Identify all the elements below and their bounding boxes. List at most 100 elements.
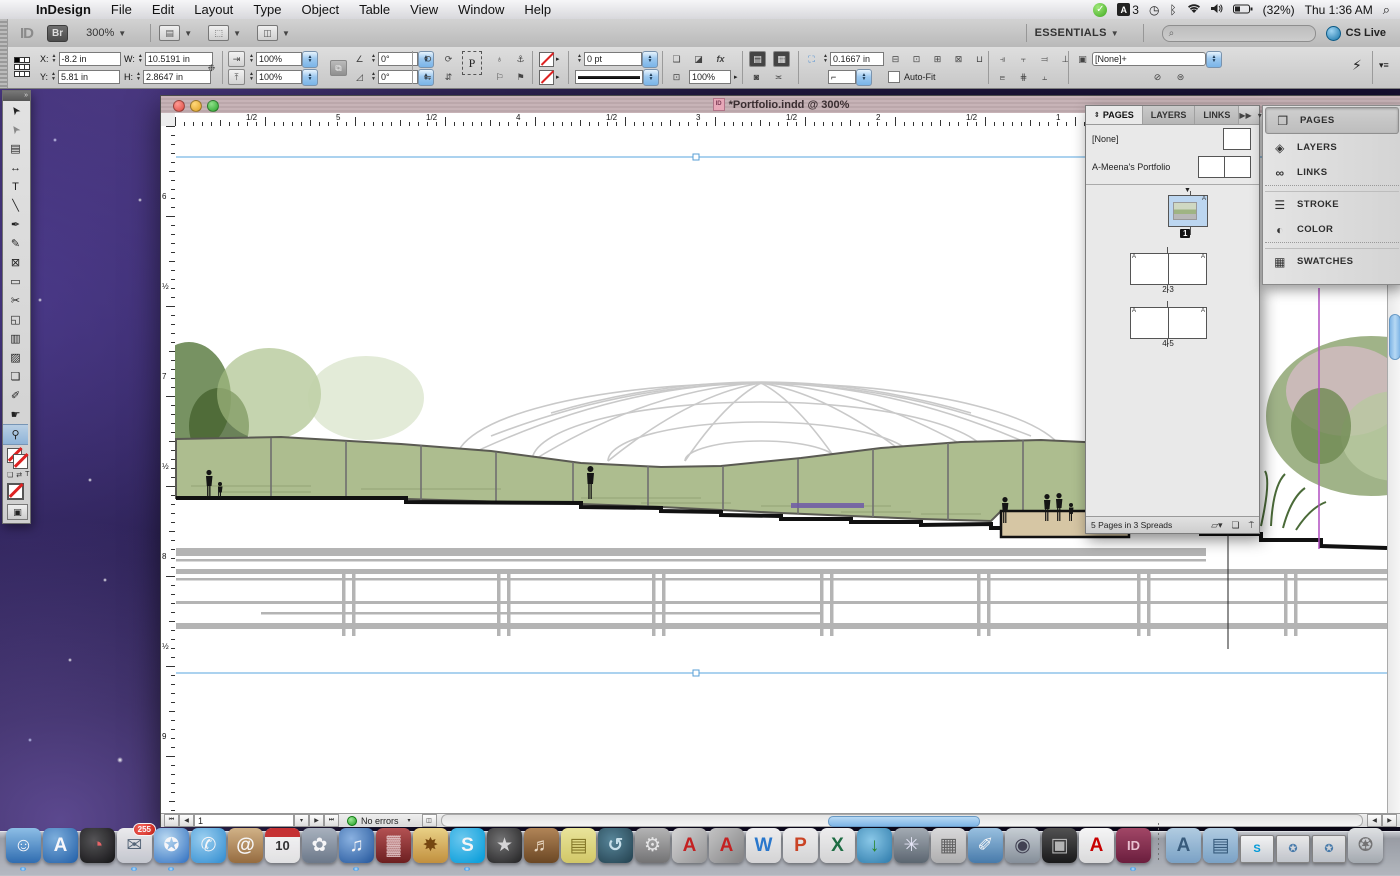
distribute-left-icon[interactable]: ⫢ [995,70,1010,84]
spread-2-3-thumbnails[interactable]: A A [1130,253,1207,285]
excel-icon[interactable]: X [820,828,855,863]
tools-collapse-icon[interactable]: » [3,91,30,101]
corner-shape-dropdown[interactable]: ⌐ [828,70,856,84]
effects-icon[interactable]: fx [713,52,728,66]
wrap-none-icon[interactable]: ▤ [749,51,766,67]
mail-icon[interactable]: ✉255 [117,828,152,863]
bridge-button[interactable]: Br [47,25,68,42]
menu-layout[interactable]: Layout [184,2,243,17]
scale-y-field[interactable]: 100% [256,70,302,84]
spotlight-icon[interactable]: ⌕ [1383,2,1390,18]
menu-view[interactable]: View [400,2,448,17]
rotation-stepper[interactable]: ▲▼ [369,53,378,66]
facetime-icon[interactable]: ✆ [191,828,226,863]
x-position-field[interactable]: -8.2 in [59,52,121,66]
y-position-field[interactable]: 5.81 in [58,70,120,84]
edit-page-size-icon[interactable]: ▱▾ [1211,520,1222,531]
globe-download-icon[interactable]: ↓ [857,828,892,863]
stroke-color-flyout[interactable]: ▸ [556,55,560,63]
page-1-thumbnail[interactable]: A [1168,195,1208,227]
master-none-row[interactable]: [None] [1086,125,1259,153]
volume-icon[interactable] [1211,3,1223,17]
scale-y-stepper[interactable]: ▲▼ [247,71,256,84]
arrange-documents-dropdown[interactable]: ◫▼ [257,25,290,41]
select-next-icon[interactable]: ⚑ [513,70,528,84]
minimized-safari-window[interactable]: ✪ [1276,835,1310,863]
master-a-thumbnail-right[interactable] [1224,156,1251,178]
rectangle-tool[interactable]: ▭ [3,272,28,291]
menu-window[interactable]: Window [448,2,514,17]
app-store-icon[interactable]: A [43,828,78,863]
ruler-corner[interactable] [161,113,176,127]
distribute-center-icon[interactable]: ⋕ [1016,70,1031,84]
select-previous-icon[interactable]: ⚐ [492,70,507,84]
quick-apply-icon[interactable]: ⚡ [1352,57,1362,73]
safari-icon[interactable]: ✪ [154,828,189,863]
fit-content-to-frame-icon[interactable]: ⊟ [888,52,903,66]
applications-folder-icon[interactable]: A [1166,828,1201,863]
scale-x-field[interactable]: 100% [256,52,302,66]
scale-x-dropdown[interactable]: ▲▼ [302,51,318,68]
stroke-color-swatch[interactable] [539,52,554,67]
transparency-icon[interactable]: ◪ [691,52,706,66]
bluetooth-icon[interactable]: ᛒ [1169,3,1176,17]
stroke-weight-dropdown[interactable]: ▲▼ [642,51,658,68]
tab-links[interactable]: LINKS [1195,106,1239,124]
default-fill-stroke-icon[interactable]: ❏ [7,471,13,479]
camera-app-icon[interactable]: ▣ [1042,828,1077,863]
stroke-weight-field[interactable]: 0 pt [584,52,642,66]
align-top-icon[interactable]: ⊥ [1058,52,1073,66]
photo-booth-icon[interactable]: ▓ [376,828,411,863]
menu-object[interactable]: Object [292,2,350,17]
pen-tool[interactable]: ✒ [3,215,28,234]
screen-mode-button[interactable]: ▣ [7,504,28,520]
stickies-icon[interactable]: ▤ [561,828,596,863]
adobe-reader-icon[interactable]: A [1079,828,1114,863]
y-stepper[interactable]: ▲▼ [49,71,58,84]
align-left-icon[interactable]: ⫣ [995,52,1010,66]
apply-none-button[interactable] [7,483,24,500]
solution-menu-icon[interactable]: ▦ [931,828,966,863]
h-stepper[interactable]: ▲▼ [134,71,143,84]
dashboard-icon[interactable]: ◔ [80,828,115,863]
height-field[interactable]: 2.8647 in [143,70,211,84]
search-input[interactable]: ⌕ [1162,25,1316,42]
note-tool[interactable]: ❏ [3,367,28,386]
menu-help[interactable]: Help [514,2,561,17]
eyedropper-tool[interactable]: ✐ [3,386,28,405]
master-none-thumbnail[interactable] [1223,128,1251,150]
minimized-skype-window[interactable]: S [1240,835,1274,863]
gradient-feather-tool[interactable]: ▨ [3,348,28,367]
imovie-icon[interactable]: ★ [487,828,522,863]
satellite-utility-icon[interactable]: ✳ [894,828,929,863]
close-button[interactable] [173,100,185,112]
vertical-ruler[interactable]: 6½7½8½9 [161,126,176,813]
iphoto-icon[interactable]: ✸ [413,828,448,863]
stroke-type-button[interactable]: ▲▼ [643,69,659,86]
input-menu-icon[interactable]: A 3 [1117,3,1139,17]
master-a-row[interactable]: A-Meena's Portfolio [1086,153,1259,181]
menu-clock[interactable]: Thu 1:36 AM [1305,3,1373,17]
drop-shadow-icon[interactable]: ❑ [669,52,684,66]
auto-fit-control[interactable]: Auto-Fit [888,69,936,85]
distribute-right-icon[interactable]: ⫠ [1037,70,1052,84]
wifi-icon[interactable] [1187,3,1201,17]
stroke-type-dropdown[interactable] [575,70,643,84]
master-a-thumbnail-left[interactable] [1198,156,1224,178]
address-book-icon[interactable]: @ [228,828,263,863]
vertical-scroll-thumb[interactable] [1389,314,1400,360]
panel-dock-pages[interactable]: ❐PAGES [1265,107,1399,134]
object-style-button[interactable]: ▲▼ [1206,51,1222,68]
ical-icon[interactable]: 10 [265,828,300,863]
panel-collapse-icon[interactable]: ▶▶ [1239,111,1251,120]
corner-radius-field[interactable]: 0.1667 in [830,52,884,66]
control-panel-menu-icon[interactable]: ▾≡ [1379,57,1389,73]
pencil-tool[interactable]: ✎ [3,234,28,253]
constrain-scale-link-button[interactable]: ⧉ [330,60,349,76]
spread-4-5-thumbnails[interactable]: A A [1130,307,1207,339]
trash-icon[interactable]: ♼ [1348,828,1383,863]
w-stepper[interactable]: ▲▼ [136,53,145,66]
guide-handle-top[interactable] [693,154,699,160]
fill-color-swatch[interactable] [539,70,554,85]
panel-dock-stroke[interactable]: ☰STROKE [1263,192,1400,217]
